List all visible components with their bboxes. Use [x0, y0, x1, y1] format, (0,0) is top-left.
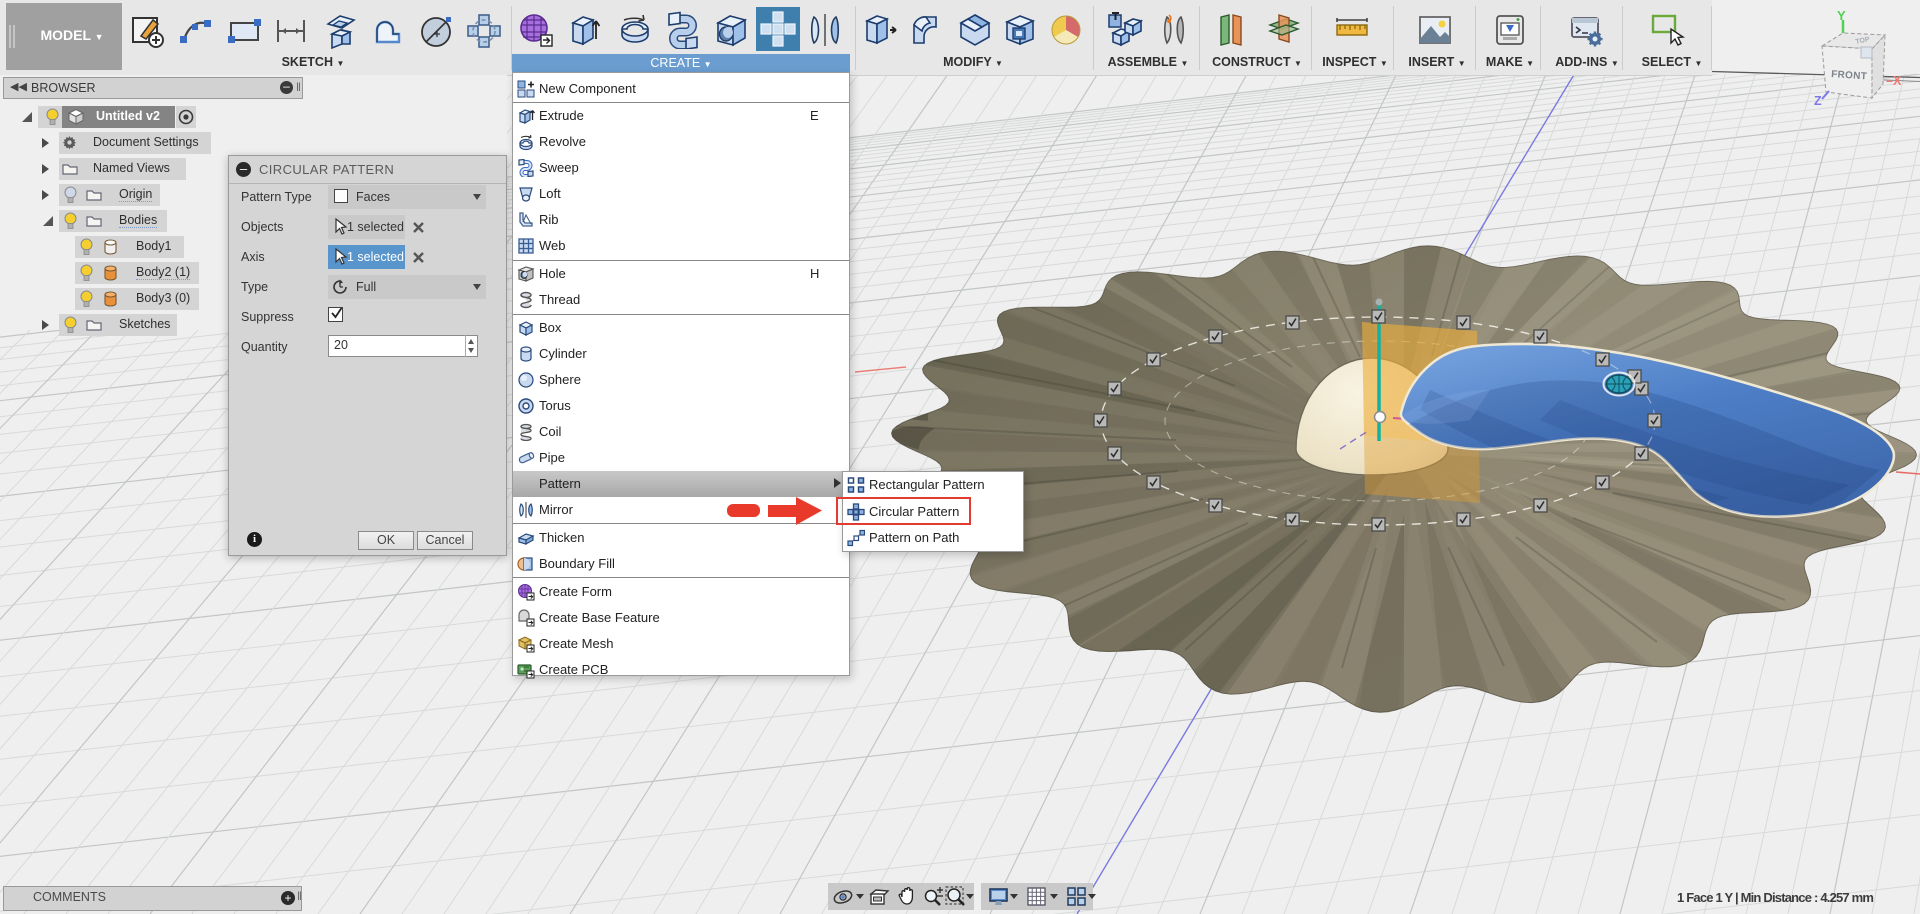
svg-text:–X: –X	[1886, 74, 1902, 88]
svg-text:Y: Y	[1837, 8, 1846, 23]
svg-text:Z: Z	[1814, 94, 1822, 108]
